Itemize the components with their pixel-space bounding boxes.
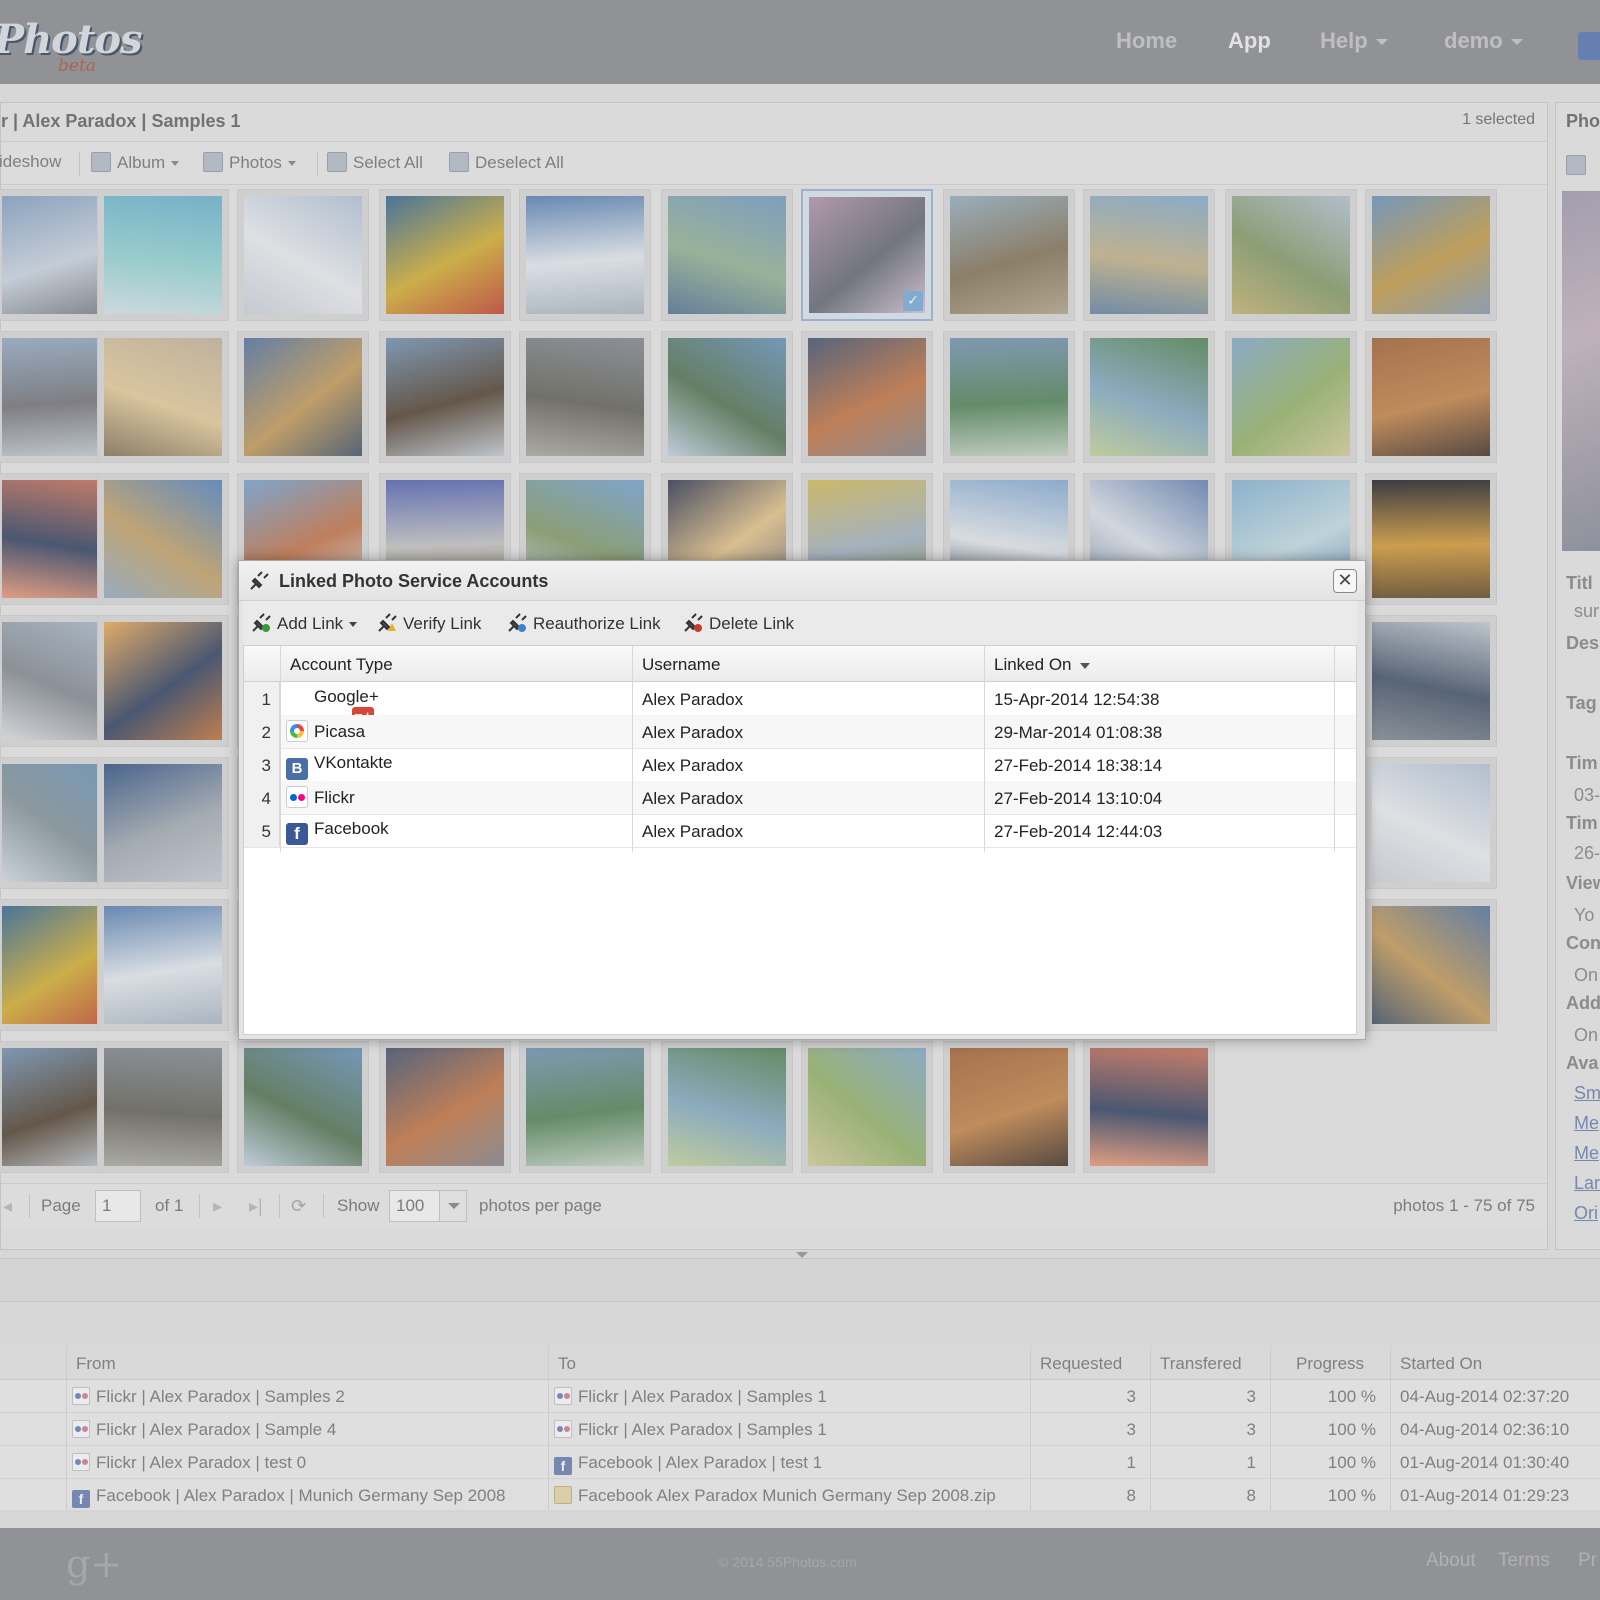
dialog-toolbar: Add Link Verify Link Reauthorize Link De… [243,601,1357,645]
username-cell: Alex Paradox [642,723,744,742]
account-type-cell: B VKontakte [286,753,392,780]
verify-link-button[interactable]: Verify Link [377,613,481,634]
account-type-cell: f Facebook [286,819,389,845]
account-type-cell: Flickr [286,786,355,808]
col-linked-on[interactable]: Linked On [994,655,1090,675]
row-number: 3 [244,748,280,781]
column-divider [280,646,281,852]
account-row[interactable]: 5 f Facebook Alex Paradox 27-Feb-2014 12:44:… [244,814,1356,848]
flickr-icon [286,786,308,808]
linked-on-cell: 27-Feb-2014 13:10:04 [994,789,1163,808]
chevron-down-icon [349,622,358,628]
username-cell: Alex Paradox [642,756,744,775]
plug-add-icon [252,613,271,632]
username-cell: Alex Paradox [642,789,744,808]
username-cell: Alex Paradox [642,822,744,841]
add-link-button[interactable]: Add Link [251,613,358,634]
linked-on-cell: 27-Feb-2014 12:44:03 [994,822,1163,841]
column-divider [1334,646,1335,852]
add-link-label: Add Link [277,614,344,633]
account-type-text: Picasa [314,722,366,741]
account-type-cell: Picasa [286,720,365,742]
delete-link-button[interactable]: Delete Link [683,613,794,634]
picasa-icon [286,720,308,742]
dialog-header[interactable]: Linked Photo Service Accounts ✕ [239,561,1365,601]
account-row[interactable]: 4 Flickr Alex Paradox 27-Feb-2014 13:10:04 [244,781,1356,815]
delete-link-label: Delete Link [709,614,795,633]
account-type-cell: g+Google+ [286,687,379,729]
column-divider [632,646,633,852]
col-account-type[interactable]: Account Type [290,655,393,675]
column-divider [984,646,985,852]
linked-accounts-dialog: Linked Photo Service Accounts ✕ Add Link… [238,560,1366,1040]
account-type-text: Google+ [314,687,379,706]
accounts-grid: Account Type Username Linked On 1g+Googl… [243,645,1357,1035]
plug-icon [250,571,269,590]
account-type-text: Facebook [314,819,389,838]
sort-desc-icon [1079,662,1090,669]
vkontakte-icon: B [286,758,308,780]
verify-link-label: Verify Link [403,614,482,633]
account-type-text: Flickr [314,788,355,807]
row-number: 2 [244,715,280,748]
account-row[interactable]: 2 Picasa Alex Paradox 29-Mar-2014 01:08:38 [244,715,1356,749]
plug-verify-icon [378,613,397,632]
col-username[interactable]: Username [642,655,720,675]
linked-on-cell: 27-Feb-2014 18:38:14 [994,756,1163,775]
linked-on-cell: 29-Mar-2014 01:08:38 [994,723,1163,742]
account-type-text: VKontakte [314,753,393,772]
close-button[interactable]: ✕ [1333,569,1357,593]
plug-reauthorize-icon [508,613,527,632]
username-cell: Alex Paradox [642,690,744,709]
row-number: 1 [244,682,280,715]
reauthorize-link-label: Reauthorize Link [533,614,661,633]
plug-delete-icon [684,613,703,632]
dialog-title: Linked Photo Service Accounts [279,571,549,591]
row-number: 4 [244,781,280,814]
accounts-grid-header: Account Type Username Linked On [244,646,1356,682]
row-number: 5 [244,814,280,847]
linked-on-cell: 15-Apr-2014 12:54:38 [994,690,1160,709]
col-linked-on-label: Linked On [994,655,1072,674]
account-row[interactable]: 3 B VKontakte Alex Paradox 27-Feb-2014 18:38… [244,748,1356,782]
account-row[interactable]: 1g+Google+ Alex Paradox 15-Apr-2014 12:54:… [244,682,1356,729]
reauthorize-link-button[interactable]: Reauthorize Link [507,613,661,634]
facebook-icon: f [286,823,308,845]
